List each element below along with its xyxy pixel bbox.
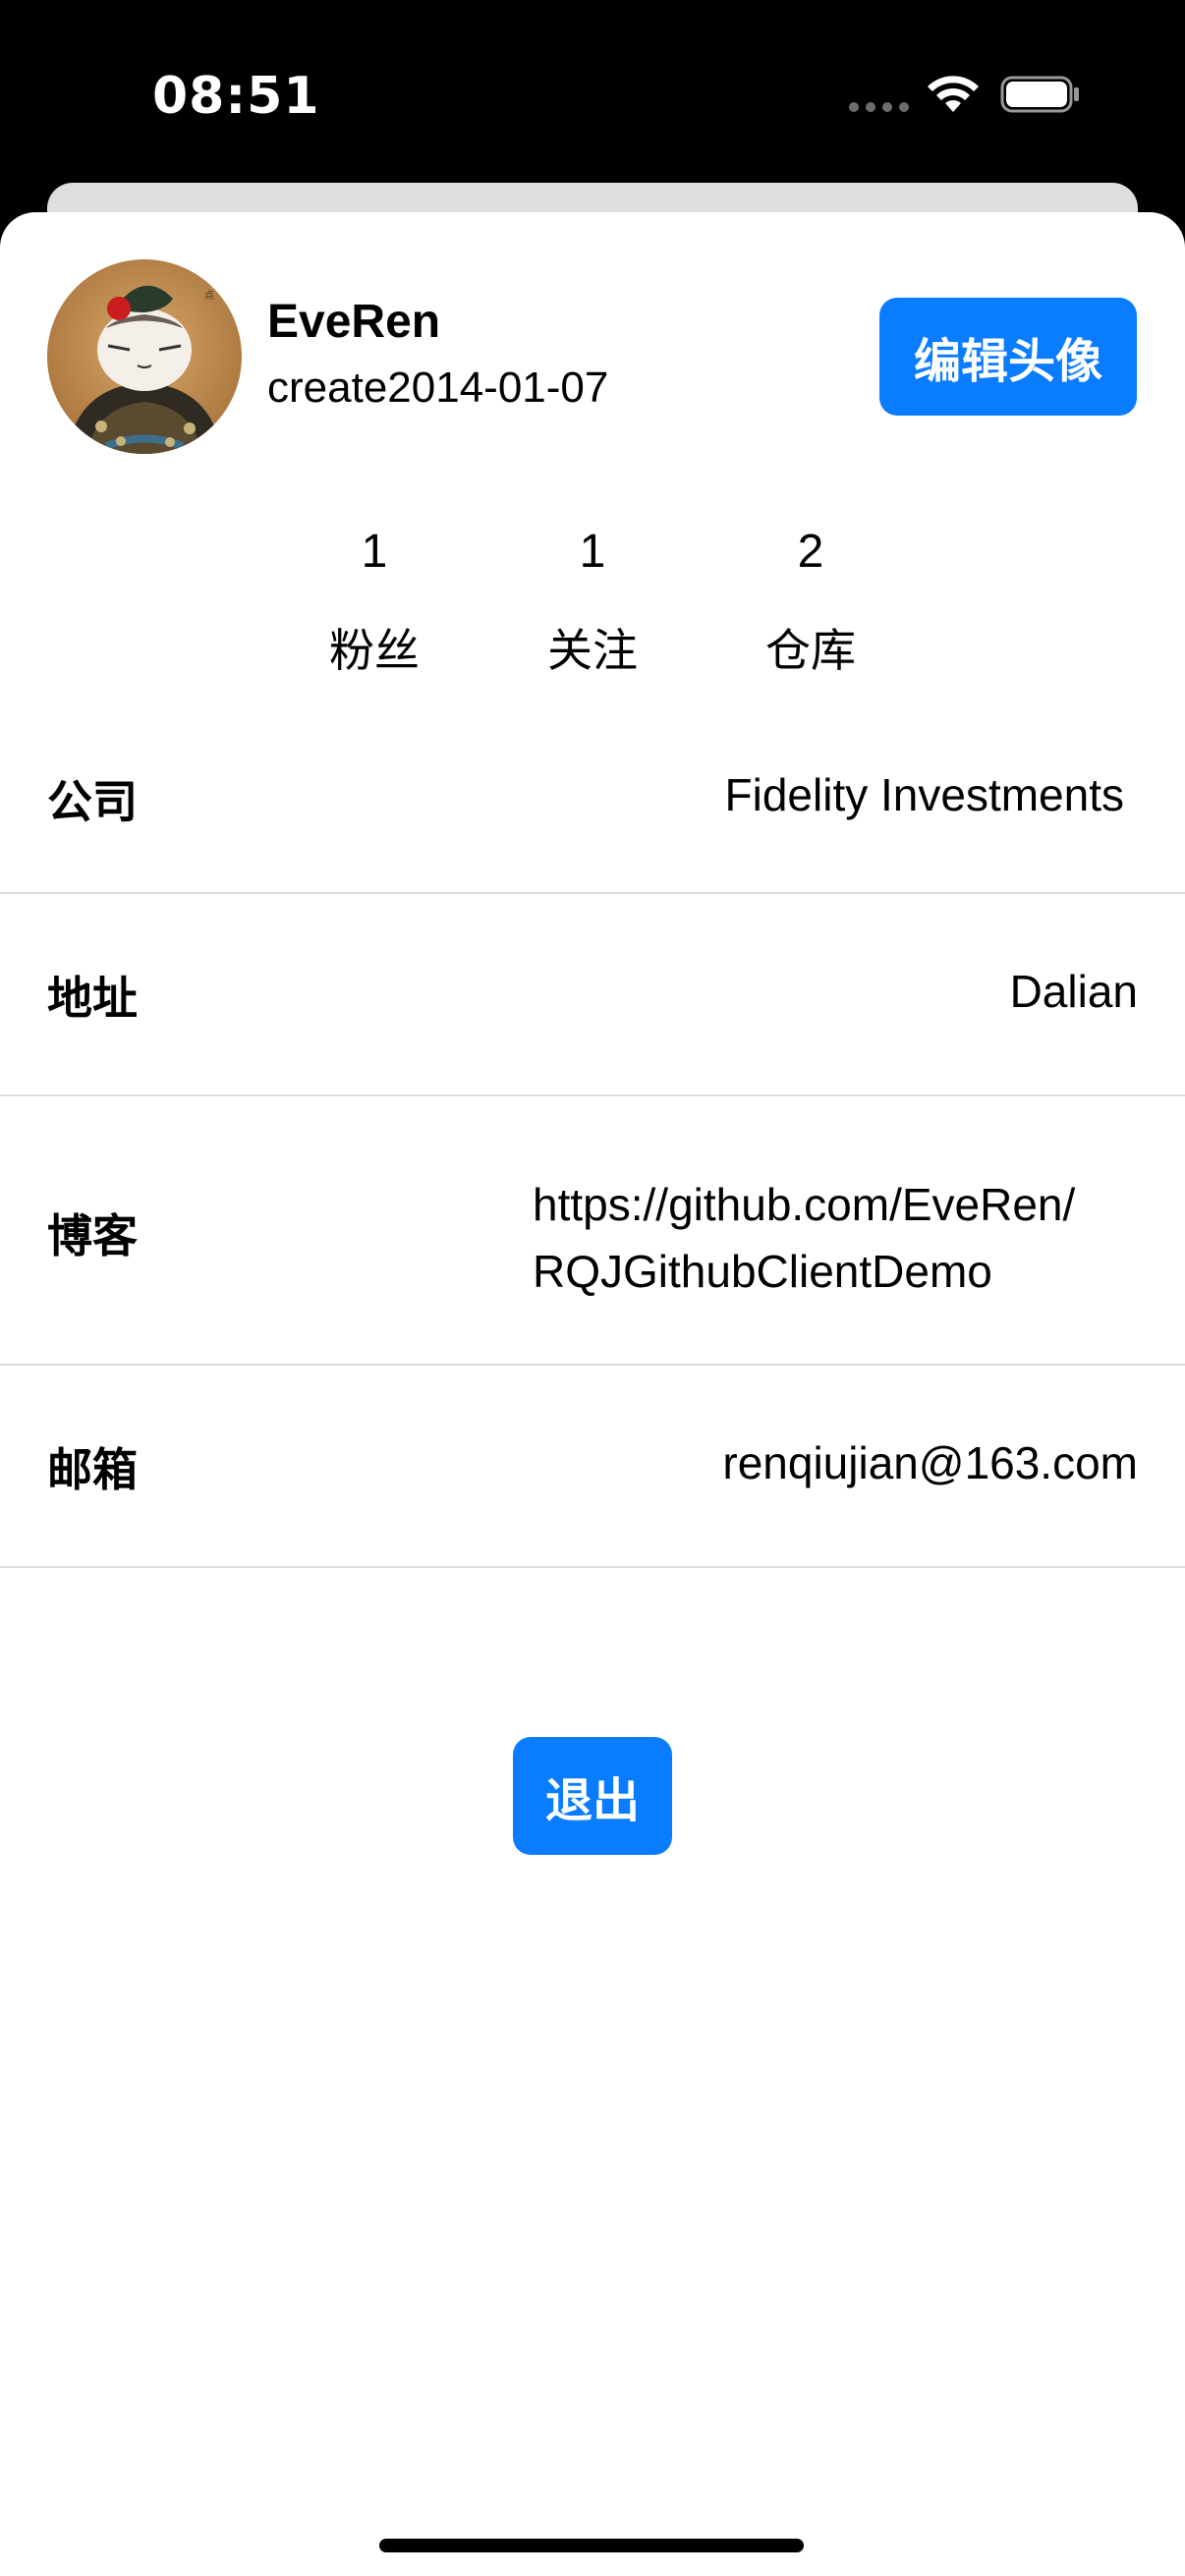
stat-repositories[interactable]: 2 仓库 <box>732 513 889 690</box>
avatar[interactable]: 点 <box>47 259 242 454</box>
username: EveRen <box>267 296 441 348</box>
screen: 08:51 点 EveRen create2014-01-07 编辑头像 1 粉… <box>0 0 1185 2576</box>
address-label: 地址 <box>47 972 138 1025</box>
blog-link[interactable]: https://github.com/EveRen/ RQJGithubClie… <box>533 1171 1138 1305</box>
address-value: Dalian <box>1009 966 1138 1017</box>
stat-value: 1 <box>579 526 606 578</box>
home-indicator <box>379 2539 804 2552</box>
company-label: 公司 <box>47 775 138 828</box>
stat-following[interactable]: 1 关注 <box>514 513 671 690</box>
status-time: 08:51 <box>152 67 320 126</box>
email-value: renqiujian@163.com <box>722 1437 1138 1488</box>
cellular-signal-icon <box>849 102 909 112</box>
info-row-address: 地址 Dalian <box>0 894 1185 1096</box>
stats-row: 1 粉丝 1 关注 2 仓库 <box>0 513 1185 700</box>
company-value: Fidelity Investments <box>724 769 1124 820</box>
blog-link-line2: RQJGithubClientDemo <box>533 1246 992 1297</box>
info-row-company: 公司 Fidelity Investments <box>0 715 1185 894</box>
stat-label: 仓库 <box>765 624 856 677</box>
email-label: 邮箱 <box>47 1443 138 1496</box>
logout-button[interactable]: 退出 <box>513 1737 672 1855</box>
wifi-icon <box>928 76 979 112</box>
info-row-email: 邮箱 renqiujian@163.com <box>0 1366 1185 1568</box>
stat-value: 2 <box>797 526 824 578</box>
created-date: create2014-01-07 <box>267 364 609 412</box>
avatar-image: 点 <box>47 259 242 454</box>
stat-followers[interactable]: 1 粉丝 <box>296 513 453 690</box>
info-row-blog: 博客 https://github.com/EveRen/ RQJGithubC… <box>0 1096 1185 1366</box>
stat-label: 关注 <box>547 624 638 677</box>
svg-text:点: 点 <box>204 290 214 302</box>
blog-label: 博客 <box>47 1209 138 1262</box>
battery-icon <box>1000 76 1079 113</box>
status-bar: 08:51 <box>0 0 1185 187</box>
blog-link-line1: https://github.com/EveRen/ <box>533 1179 1076 1230</box>
stat-value: 1 <box>361 526 388 578</box>
edit-avatar-button[interactable]: 编辑头像 <box>879 298 1137 416</box>
stat-label: 粉丝 <box>329 624 420 677</box>
